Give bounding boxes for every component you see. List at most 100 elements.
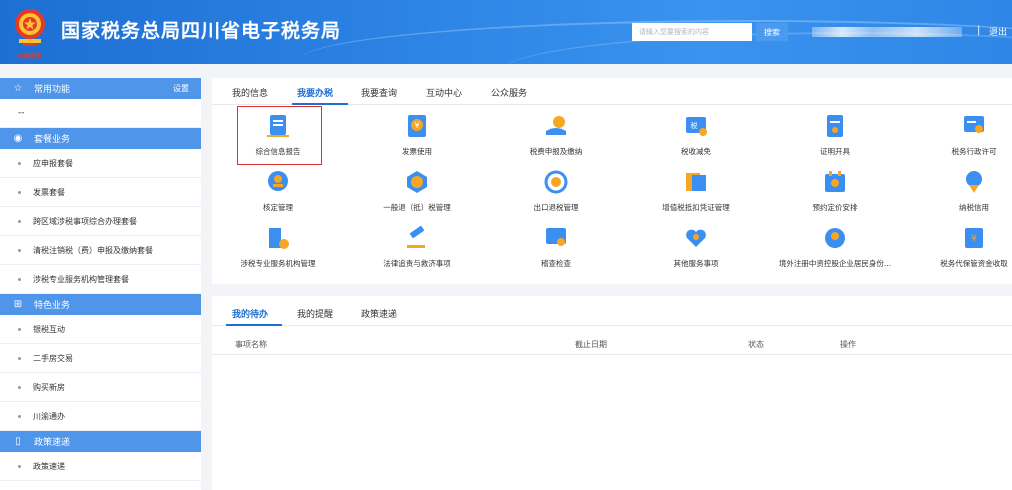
main-tabs: 我的信息 我要办税 我要查询 互动中心 公众服务 [212,78,1012,105]
sidebar-item-label: 银税互动 [33,324,65,334]
sidebar-header-label: 政策速递 [34,438,71,448]
tab-do-tax[interactable]: 我要办税 [297,86,333,99]
service-item[interactable]: 稽查检查 [496,222,616,274]
service-item[interactable]: ¥ 税务代保管资金收取 [914,222,1012,274]
agency-icon [269,228,289,249]
service-item[interactable]: 一般退（抵）税管理 [357,166,477,218]
svg-text:¥: ¥ [971,234,977,244]
sidebar-item[interactable]: 二手房交易 [0,344,201,373]
sidebar-item-label: 涉税专业服务机构管理套餐 [33,274,129,284]
service-item[interactable]: 纳税信用 [914,166,1012,218]
logout-link[interactable]: 退出 [989,25,1007,38]
service-label: 涉税专业服务机构管理 [240,259,316,268]
service-label: 预约定价安排 [812,203,858,212]
site-title: 国家税务总局四川省电子税务局 [61,20,342,42]
sidebar-item[interactable]: 购买新房 [0,373,201,402]
active-tab-indicator [226,324,282,326]
sidebar-item-label: 二手房交易 [33,353,73,363]
service-label: 税务行政许可 [951,147,997,156]
gavel-icon [407,225,425,248]
service-item[interactable]: 税税收减免 [636,110,756,162]
service-item[interactable]: ¥ 发票使用 [357,110,477,162]
service-label: 证明开具 [820,147,850,156]
service-item[interactable]: 涉税专业服务机构管理 [218,222,338,274]
service-item[interactable]: 境外注册中资控股企业居民身份... [775,222,895,274]
service-item[interactable]: 预约定价安排 [775,166,895,218]
service-label: 纳税信用 [959,203,989,212]
invoice-icon: ¥ [408,115,426,137]
service-item[interactable]: 证明开具 [775,110,895,162]
tab-public-service[interactable]: 公众服务 [491,86,527,99]
certificate-icon [827,115,843,137]
service-label: 税收减免 [681,147,711,156]
sidebar-item[interactable]: 清税注销税（费）申报及缴纳套餐 [0,236,201,265]
sidebar-item[interactable]: 银税互动 [0,315,201,344]
voucher-icon [686,173,706,191]
service-item[interactable]: 增值税抵扣凭证管理 [636,166,756,218]
sidebar: ☆ 常用功能 设置 -- ◉ 套餐业务 应申报套餐 发票套餐 跨区域涉税事项综合… [0,78,201,490]
column-header-status: 状态 [748,340,764,349]
sidebar-header-featured[interactable]: ⊞ 特色业务 [0,294,201,315]
sidebar-item[interactable]: 跨区域涉税事项综合办理套餐 [0,207,201,236]
tab-query[interactable]: 我要查询 [361,86,397,99]
sidebar-item[interactable]: 川渝通办 [0,402,201,431]
star-icon: ☆ [13,83,23,94]
sidebar-header-package[interactable]: ◉ 套餐业务 [0,128,201,149]
search-button[interactable]: 搜索 [756,23,788,41]
emblem-caption: 中国税务 [17,53,42,60]
service-label: 增值税抵扣凭证管理 [662,203,730,212]
column-header-name: 事项名称 [235,340,267,349]
grid-icon: ⊞ [13,299,23,310]
tax-payment-icon [546,116,566,135]
column-header-actions: 操作 [840,340,856,349]
sidebar-item-label: 购买新房 [33,382,65,392]
search-input[interactable] [632,23,752,41]
service-label: 稽查检查 [541,259,571,268]
service-item[interactable]: 综合信息报告 [218,110,338,162]
active-tab-indicator [292,103,348,105]
service-label: 核定管理 [263,203,293,212]
tab-policy[interactable]: 政策速递 [361,307,397,320]
service-label: 税费申报及缴纳 [529,147,583,156]
tab-interaction[interactable]: 互动中心 [426,86,462,99]
todo-tabs: 我的待办 我的提醒 政策速递 [212,296,1012,326]
report-icon [267,115,289,137]
package-icon: ◉ [13,133,23,144]
tab-my-info[interactable]: 我的信息 [232,86,268,99]
tab-my-reminders[interactable]: 我的提醒 [297,307,333,320]
service-label: 一般退（抵）税管理 [383,203,451,212]
verification-icon [268,171,288,191]
service-item[interactable]: 法律追责与救济事项 [357,222,477,274]
service-label: 其他服务事项 [673,259,719,268]
sidebar-header-policy[interactable]: ▯ 政策速递 [0,431,201,452]
phone-icon: ▯ [15,436,21,447]
sidebar-item[interactable]: 政策速递 [0,452,201,481]
table-divider [212,354,1012,355]
permit-icon [964,116,984,133]
sidebar-header-label: 套餐业务 [34,135,71,145]
sidebar-item-label: 清税注销税（费）申报及缴纳套餐 [33,245,153,255]
service-item[interactable]: 其他服务事项 [636,222,756,274]
overseas-icon [825,228,845,248]
export-refund-icon [544,170,568,194]
service-item[interactable]: 出口退税管理 [496,166,616,218]
service-item[interactable]: 税费申报及缴纳 [496,110,616,162]
service-item[interactable]: 核定管理 [218,166,338,218]
sidebar-item[interactable]: 发票套餐 [0,178,201,207]
sidebar-item-label: 发票套餐 [33,187,65,197]
tab-my-todo[interactable]: 我的待办 [232,307,268,320]
sidebar-item[interactable]: 应申报套餐 [0,149,201,178]
service-item[interactable]: 税务行政许可 [914,110,1012,162]
service-label: 出口退税管理 [533,203,579,212]
sidebar-header-common[interactable]: ☆ 常用功能 设置 [0,78,201,99]
settings-link[interactable]: 设置 [173,83,189,94]
sidebar-item-label: 政策速递 [33,461,65,471]
tax-reduction-icon: 税 [686,117,707,136]
credit-icon [966,171,982,193]
site-header: 中国税务 国家税务总局四川省电子税务局 搜索 | 退出 [0,0,1012,64]
user-name-blurred [812,27,962,37]
header-separator: | [977,25,981,36]
svg-text:税: 税 [691,121,698,130]
service-label: 法律追责与救济事项 [383,259,451,268]
sidebar-item[interactable]: 涉税专业服务机构管理套餐 [0,265,201,294]
